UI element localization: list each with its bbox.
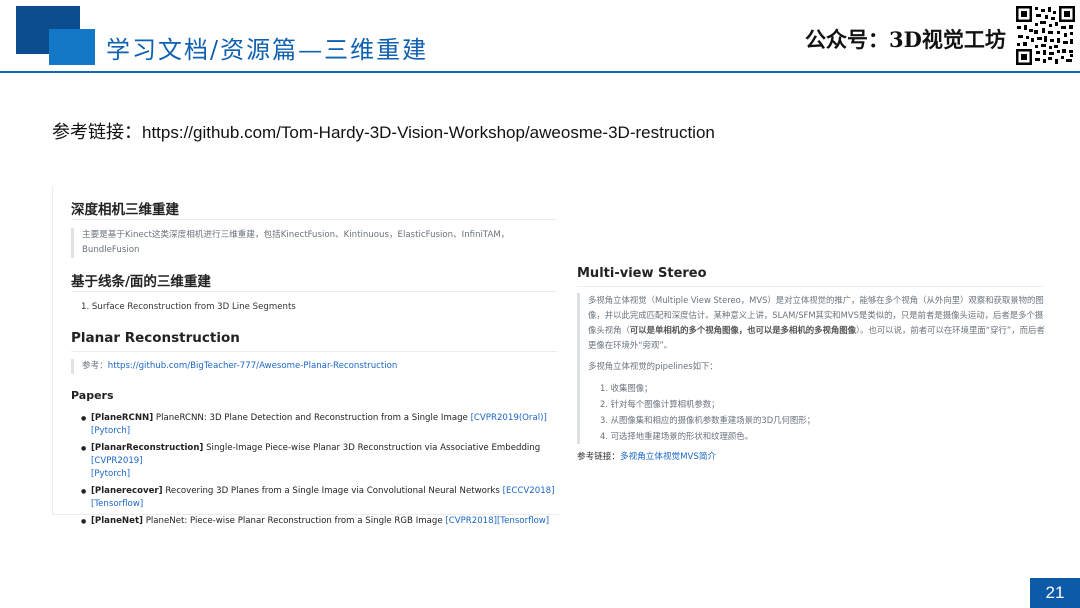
mvs-paragraph: 多视角立体视觉（Multiple View Stereo，MVS）是对立体视觉的… [588,293,1046,353]
paper-link[interactable]: [ECCV2018] [503,486,555,496]
mvs-reference-link[interactable]: 多视角立体视觉MVS简介 [620,452,716,462]
slide-title: 学习文档/资源篇—三维重建 [106,36,429,64]
list-item: [PlaneNet] PlaneNet: Piece-wise Planar R… [81,515,561,528]
paper-link[interactable]: [Tensorflow] [497,516,549,526]
right-content-panel: Multi-view Stereo 多视角立体视觉（Multiple View … [570,262,1050,468]
publisher-label: 公众号：3D视觉工坊 [805,27,1006,52]
section-title-depth-camera: 深度相机三维重建 [71,202,179,218]
header-decor-square-light [49,29,95,65]
page-number: 21 [1030,578,1080,608]
planar-reference-quote: 参考：https://github.com/BigTeacher-777/Awe… [71,359,552,374]
quote-line: 主要是基于Kinect这类深度相机进行三维重建，包括KinectFusion、K… [82,230,510,240]
section-rule [71,291,557,292]
paper-text: PlaneNet: Piece-wise Planar Reconstructi… [142,516,446,526]
paper-tag: [PlaneNet] [91,516,143,526]
section-rule [71,219,557,220]
paper-text: Single-Image Piece-wise Planar 3D Recons… [203,443,541,453]
papers-list: [PlaneRCNN] PlaneRCNN: 3D Plane Detectio… [81,412,561,532]
paper-link[interactable]: [Pytorch] [91,426,130,436]
paper-link[interactable]: [Tensorflow] [91,499,143,509]
section-title-line-plane: 基于线条/面的三维重建 [71,274,211,290]
reference-url[interactable]: https://github.com/Tom-Hardy-3D-Vision-W… [142,123,715,142]
mvs-title: Multi-view Stereo [577,266,707,281]
mvs-pipeline-intro: 多视角立体视觉的pipelines如下： [588,361,718,371]
depth-camera-quote: 主要是基于Kinect这类深度相机进行三维重建，包括KinectFusion、K… [71,228,552,258]
section-rule [577,286,1043,287]
mvs-reference-label: 参考链接： [577,452,620,462]
paper-link[interactable]: [CVPR2019] [91,456,143,466]
quote-line: BundleFusion [82,245,140,255]
qr-code-icon [1015,5,1076,66]
section-rule [71,351,557,352]
list-item: 3. 从图像集和相应的摄像机参数重建场景的3D几何图形； [600,415,816,425]
papers-heading: Papers [71,389,114,402]
list-item: 2. 针对每个图像计算相机参数； [600,399,720,409]
reference-line: 参考链接：https://github.com/Tom-Hardy-3D-Vis… [52,118,715,144]
paper-text: PlaneRCNN: 3D Plane Detection and Recons… [153,413,471,423]
mvs-steps: 1. 收集图像； 2. 针对每个图像计算相机参数； 3. 从图像集和相应的摄像机… [588,380,1046,444]
list-item: 4. 可选择地重建场景的形状和纹理颜色。 [600,431,754,441]
paper-tag: [Planerecover] [91,486,163,496]
list-item: [PlaneRCNN] PlaneRCNN: 3D Plane Detectio… [81,412,561,438]
planar-reference-link[interactable]: https://github.com/BigTeacher-777/Awesom… [108,361,398,371]
list-item: [Planerecover] Recovering 3D Planes from… [81,485,561,511]
section-title-planar: Planar Reconstruction [71,330,240,346]
reference-label: 参考链接： [52,122,142,143]
paper-tag: [PlaneRCNN] [91,413,154,423]
list-item: [PlanarReconstruction] Single-Image Piec… [81,442,561,481]
paper-link[interactable]: [CVPR2019(Oral)] [471,413,547,423]
paper-link[interactable]: [CVPR2018] [445,516,497,526]
paper-text: Recovering 3D Planes from a Single Image… [162,486,503,496]
planar-reference-label: 参考： [82,361,108,371]
mvs-bold-text: 可以是单相机的多个视角图像，也可以是多相机的多视角图像 [629,325,856,335]
paper-link[interactable]: [Pytorch] [91,469,130,479]
list-item: 1. 收集图像； [600,383,653,393]
left-content-panel: 深度相机三维重建 主要是基于Kinect这类深度相机进行三维重建，包括Kinec… [52,186,559,528]
list-item: 1. Surface Reconstruction from 3D Line S… [81,302,296,312]
mvs-quote: 多视角立体视觉（Multiple View Stereo，MVS）是对立体视觉的… [577,293,1046,444]
paper-tag: [PlanarReconstruction] [91,443,204,453]
mvs-reference: 参考链接：多视角立体视觉MVS简介 [577,450,716,462]
header-divider [0,71,1080,73]
